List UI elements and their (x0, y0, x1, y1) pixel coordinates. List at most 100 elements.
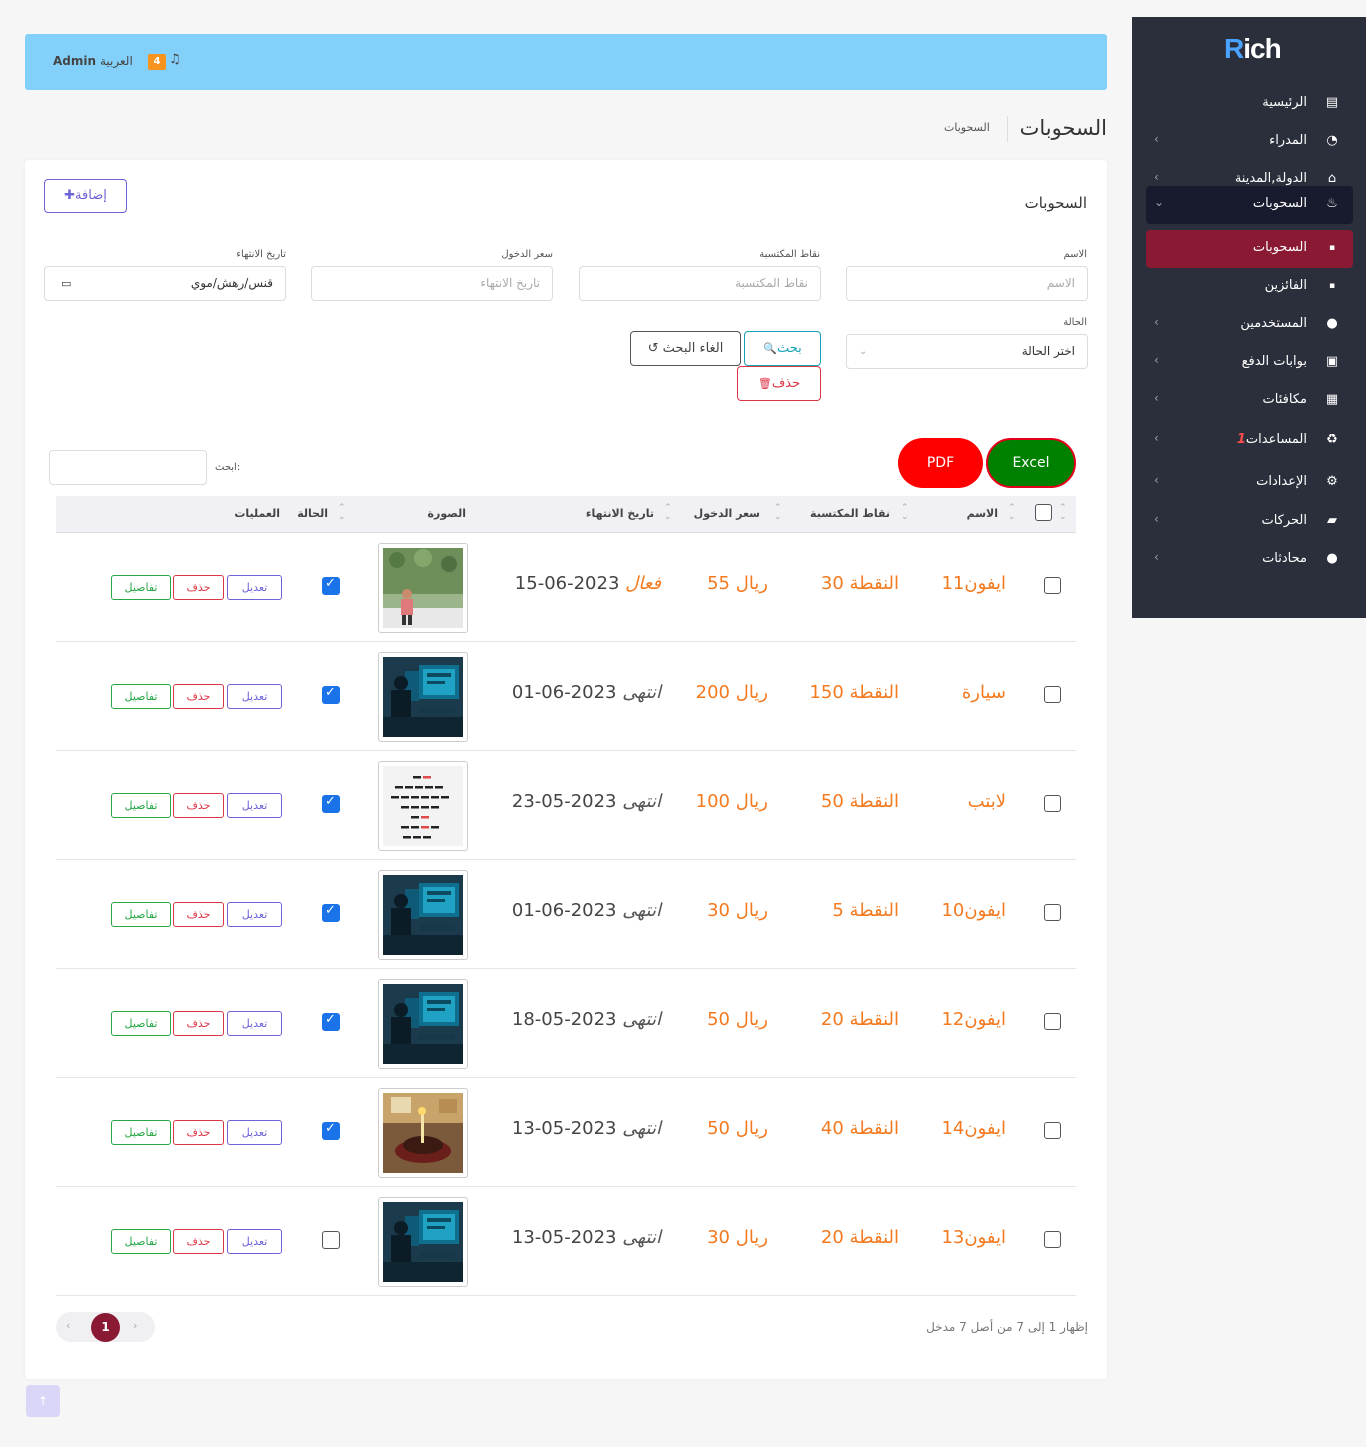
draw-name[interactable]: سيارة (962, 682, 1006, 703)
sidebar-item-9[interactable]: ♻ 1المساعدات ‹ (1146, 422, 1353, 460)
draw-name[interactable]: لابتب (968, 791, 1006, 812)
sidebar-item-8[interactable]: ▦ مكافئات ‹ (1146, 382, 1353, 420)
edit-button[interactable]: تعديل (227, 902, 282, 927)
row-select-checkbox[interactable] (1044, 686, 1061, 703)
details-button[interactable]: تفاصيل (111, 902, 171, 927)
name-filter-input[interactable]: الاسم (846, 266, 1088, 301)
sidebar-item-12[interactable]: ● محادثات ‹ (1146, 541, 1353, 579)
delete-button[interactable]: حذف (173, 793, 224, 818)
draw-image[interactable] (378, 979, 468, 1069)
draw-name[interactable]: ايفون14 (941, 1118, 1006, 1139)
excel-export-button[interactable]: Excel (986, 438, 1076, 488)
status-checkbox[interactable] (322, 1012, 340, 1031)
table-search-input[interactable] (49, 450, 207, 485)
draw-image[interactable] (378, 1197, 468, 1287)
edit-button[interactable]: تعديل (227, 1229, 282, 1254)
bulk-delete-button[interactable]: 🗑حذف (737, 366, 821, 401)
cancel-search-button[interactable]: ↺ الغاء البحث (630, 331, 741, 366)
col-end-date[interactable]: تاريخ الانتهاء (586, 507, 654, 520)
sort-icon[interactable]: ⌃ ⌄ (338, 504, 346, 522)
col-status[interactable]: الحالة (297, 507, 328, 520)
pdf-export-button[interactable]: PDF (898, 438, 983, 488)
delete-button[interactable]: حذف (173, 575, 224, 600)
calendar-icon[interactable]: ▭ (61, 267, 71, 300)
select-all-checkbox[interactable] (1035, 504, 1052, 521)
language-switcher[interactable]: العربية (100, 54, 133, 68)
sort-icon[interactable]: ⌃ ⌄ (1008, 504, 1016, 522)
draw-name[interactable]: ايفون12 (941, 1009, 1006, 1030)
status-checkbox[interactable] (322, 903, 340, 922)
add-button[interactable]: ✚إضافة (44, 179, 127, 213)
draw-image[interactable] (378, 870, 468, 960)
sidebar-item-1[interactable]: ◔ المدراء ‹ (1146, 123, 1353, 161)
row-select-checkbox[interactable] (1044, 904, 1061, 921)
edit-button[interactable]: تعديل (227, 575, 282, 600)
brand-logo[interactable]: Rich (1224, 33, 1282, 65)
draw-image[interactable] (378, 1088, 468, 1178)
delete-button[interactable]: حذف (173, 902, 224, 927)
draw-image[interactable] (378, 543, 468, 633)
edit-button[interactable]: تعديل (227, 1120, 282, 1145)
draw-name[interactable]: ايفون11 (941, 573, 1006, 594)
delete-button[interactable]: حذف (173, 1120, 224, 1145)
delete-button[interactable]: حذف (173, 1011, 224, 1036)
details-button[interactable]: تفاصيل (111, 1011, 171, 1036)
top-header: Admin العربية 4 ♫ (25, 34, 1107, 90)
user-menu[interactable]: Admin (53, 54, 96, 68)
page-1-button[interactable]: 1 (91, 1313, 120, 1342)
status-checkbox[interactable] (322, 685, 340, 704)
sidebar-item-10[interactable]: ⚙ الإعدادات ‹ (1146, 464, 1353, 502)
price-filter-input[interactable]: تاريخ الانتهاء (311, 266, 553, 301)
sort-icon[interactable]: ⌃ ⌄ (664, 504, 672, 522)
edit-button[interactable]: تعديل (227, 793, 282, 818)
sidebar-item-7[interactable]: ▣ بوابات الدفع ‹ (1146, 344, 1353, 382)
row-select-checkbox[interactable] (1044, 1013, 1061, 1030)
scroll-top-button[interactable]: ↑ (26, 1385, 60, 1417)
details-button[interactable]: تفاصيل (111, 1120, 171, 1145)
draw-price: 50 ريال (707, 1009, 768, 1030)
status-checkbox[interactable] (322, 794, 340, 813)
notification-badge[interactable]: 4 (148, 54, 166, 70)
draw-name[interactable]: ايفون10 (941, 900, 1006, 921)
draw-image[interactable] (378, 761, 468, 851)
sidebar-item-text: المدراء (1269, 133, 1307, 148)
col-price[interactable]: سعر الدخول (694, 507, 760, 520)
delete-button[interactable]: حذف (173, 1229, 224, 1254)
points-filter-input[interactable]: نقاط المكتسبة (579, 266, 821, 301)
draw-name[interactable]: ايفون13 (941, 1227, 1006, 1248)
details-button[interactable]: تفاصيل (111, 793, 171, 818)
details-button[interactable]: تفاصيل (111, 684, 171, 709)
delete-button[interactable]: حذف (173, 684, 224, 709)
sidebar-item-6[interactable]: ● المستخدمين ‹ (1146, 306, 1353, 344)
sidebar-item-0[interactable]: ▤ الرئيسية (1146, 85, 1353, 123)
row-select-checkbox[interactable] (1044, 1231, 1061, 1248)
end-date-filter-input[interactable]: قنس/رهش/موي ▭ (44, 266, 286, 301)
sidebar-item-3[interactable]: ♨ السحوبات ⌄ (1146, 186, 1353, 224)
sort-icon[interactable]: ⌃ ⌄ (1059, 504, 1067, 522)
sidebar-item-5[interactable]: ▪ الفائزين (1146, 268, 1353, 306)
draw-points: 20 النقطة (820, 1227, 899, 1248)
draw-image[interactable] (378, 652, 468, 742)
bell-icon[interactable]: ♫ (169, 52, 181, 67)
status-checkbox[interactable] (322, 576, 340, 595)
details-button[interactable]: تفاصيل (111, 575, 171, 600)
sidebar-item-11[interactable]: ▰ الحركات ‹ (1146, 503, 1353, 541)
search-button[interactable]: 🔍بحث (744, 331, 821, 366)
next-page-button[interactable]: › (133, 1319, 137, 1332)
edit-button[interactable]: تعديل (227, 684, 282, 709)
row-select-checkbox[interactable] (1044, 577, 1061, 594)
status-checkbox[interactable] (322, 1121, 340, 1140)
status-select[interactable]: اختر الحالة ⌄ (846, 334, 1088, 369)
details-button[interactable]: تفاصيل (111, 1229, 171, 1254)
edit-button[interactable]: تعديل (227, 1011, 282, 1036)
breadcrumb[interactable]: السحوبات (944, 121, 990, 134)
sidebar-item-4[interactable]: ▪ السحوبات (1146, 230, 1353, 268)
sort-icon[interactable]: ⌃ ⌄ (774, 504, 782, 522)
sort-icon[interactable]: ⌃ ⌄ (901, 504, 909, 522)
row-select-checkbox[interactable] (1044, 795, 1061, 812)
status-checkbox[interactable] (322, 1231, 340, 1249)
row-select-checkbox[interactable] (1044, 1122, 1061, 1139)
prev-page-button[interactable]: ‹ (66, 1319, 70, 1332)
col-points[interactable]: نقاط المكتسبة (810, 507, 890, 520)
col-name[interactable]: الاسم (967, 507, 998, 520)
